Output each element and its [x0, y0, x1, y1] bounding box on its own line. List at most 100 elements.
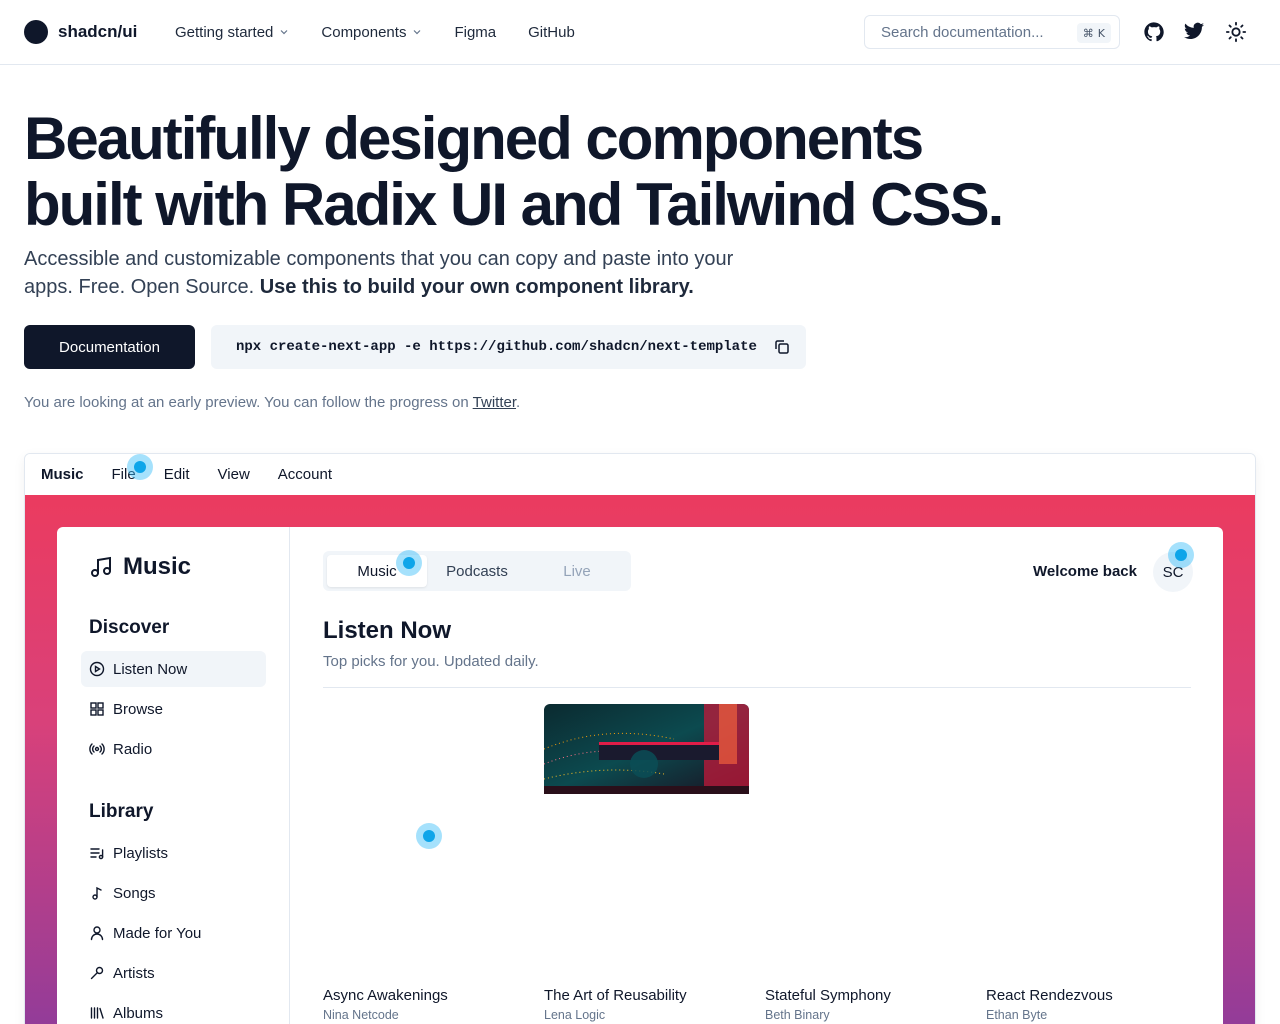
grid-icon [90, 702, 104, 716]
shortcut-key: K [1097, 26, 1105, 40]
sidebar: Music Discover Listen Now Browse Radio L… [57, 527, 290, 1024]
brand[interactable]: shadcn/ui [24, 20, 137, 44]
nav-figma[interactable]: Figma [454, 20, 496, 44]
hero-title: Beautifully designed components built wi… [24, 106, 1124, 238]
copy-icon[interactable] [772, 337, 792, 357]
main-nav: Getting started Components Figma GitHub [175, 20, 607, 44]
playlist-icon [90, 848, 104, 860]
main-content: Music Podcasts Live Welcome back SC List… [323, 527, 1193, 1024]
sidebar-item-browse[interactable]: Browse [81, 691, 266, 727]
divider [323, 687, 1191, 688]
brand-logo-icon [24, 20, 48, 44]
nav-label: Components [321, 23, 407, 41]
menu-view[interactable]: View [218, 466, 250, 483]
command-key-icon: ⌘ [1082, 26, 1094, 40]
album-name: Stateful Symphony [765, 987, 891, 1004]
user-icon [90, 926, 104, 941]
sidebar-item-label: Made for You [113, 924, 202, 942]
album-artist: Lena Logic [544, 1008, 606, 1022]
preview-note-text: You are looking at an early preview. You… [24, 394, 469, 411]
album-cover-image [544, 704, 749, 794]
music-note-icon [91, 556, 111, 577]
sidebar-item-albums[interactable]: Albums [81, 995, 266, 1024]
twitter-icon[interactable] [1182, 20, 1206, 44]
sidebar-item-artists[interactable]: Artists [81, 955, 266, 991]
menu-music[interactable]: Music [41, 466, 84, 483]
album-name: React Rendezvous [986, 987, 1113, 1004]
hero-title-line-2: built with Radix UI and Tailwind CSS. [24, 171, 1004, 238]
nav-components[interactable]: Components [321, 20, 422, 44]
menu-file[interactable]: File [112, 466, 136, 483]
music-app-demo: Music File Edit View Account Music Disco… [24, 453, 1256, 1024]
chevron-down-icon [414, 30, 421, 35]
install-command-text: npx create-next-app -e https://github.co… [236, 339, 757, 355]
sidebar-item-label: Browse [113, 700, 164, 718]
welcome-text: Welcome back [1033, 563, 1137, 580]
album-name: The Art of Reusability [544, 987, 687, 1004]
sidebar-item-label: Albums [113, 1004, 164, 1022]
microphone-icon [90, 966, 104, 980]
sidebar-item-radio[interactable]: Radio [81, 731, 266, 767]
sidebar-item-label: Artists [113, 964, 155, 982]
album-card[interactable]: Async Awakenings Nina Netcode [323, 704, 528, 1022]
album-artist: Ethan Byte [986, 1008, 1048, 1022]
app-title: Music [89, 553, 191, 581]
nav-label: Figma [454, 23, 497, 41]
sidebar-item-label: Radio [113, 740, 153, 758]
gradient-background: Music Discover Listen Now Browse Radio L… [25, 495, 1255, 1024]
hero-subtitle-bold: Use this to build your own component lib… [259, 276, 694, 298]
section-title-discover: Discover [89, 617, 170, 638]
menu-edit[interactable]: Edit [164, 466, 190, 483]
sidebar-item-playlists[interactable]: Playlists [81, 835, 266, 871]
app-title-text: Music [123, 553, 192, 580]
album-cover[interactable] [323, 704, 528, 974]
install-command: npx create-next-app -e https://github.co… [211, 325, 806, 369]
sun-icon[interactable] [1224, 20, 1248, 44]
radio-icon [89, 743, 105, 755]
music-app-window: Music Discover Listen Now Browse Radio L… [57, 527, 1223, 1024]
sidebar-item-made-for-you[interactable]: Made for You [81, 915, 266, 951]
twitter-link[interactable]: Twitter [473, 394, 516, 411]
menu-account[interactable]: Account [278, 466, 332, 483]
page-subtitle: Top picks for you. Updated daily. [323, 653, 539, 670]
album-artist: Beth Binary [765, 1008, 830, 1022]
sidebar-item-songs[interactable]: Songs [81, 875, 266, 911]
search-shortcut: ⌘ K [1076, 23, 1111, 43]
site-header: shadcn/ui Getting started Components Fig… [0, 0, 1280, 65]
brand-name: shadcn/ui [58, 22, 138, 41]
music-note-icon [92, 886, 102, 900]
hero-subtitle: Accessible and customizable components t… [24, 245, 784, 301]
chevron-down-icon [280, 30, 288, 35]
sidebar-item-label: Songs [113, 884, 156, 902]
nav-github[interactable]: GitHub [528, 20, 575, 44]
album-card[interactable]: Stateful Symphony Beth Binary [765, 704, 970, 1022]
section-title-library: Library [89, 801, 154, 822]
album-name: Async Awakenings [323, 987, 448, 1004]
library-icon [90, 1007, 104, 1019]
page-title: Listen Now [323, 617, 452, 644]
preview-note: You are looking at an early preview. You… [24, 394, 520, 411]
nav-label: Getting started [175, 23, 274, 41]
nav-label: GitHub [528, 23, 575, 41]
documentation-button[interactable]: Documentation [24, 325, 195, 369]
album-cover[interactable] [986, 704, 1191, 974]
album-card[interactable]: React Rendezvous Ethan Byte [986, 704, 1191, 1022]
hero-title-line-1: Beautifully designed components [24, 105, 924, 172]
search-input[interactable]: Search documentation... ⌘ K [864, 15, 1120, 49]
album-card[interactable]: The Art of Reusability Lena Logic [544, 704, 749, 1022]
album-cover[interactable] [544, 704, 749, 974]
nav-getting-started[interactable]: Getting started [175, 20, 289, 44]
tab-podcasts[interactable]: Podcasts [427, 555, 527, 587]
play-circle-icon [89, 661, 105, 677]
sidebar-item-label: Listen Now [113, 660, 188, 678]
preview-note-suffix: . [516, 394, 521, 411]
tab-list: Music Podcasts Live [323, 551, 631, 591]
avatar[interactable]: SC [1153, 552, 1193, 592]
tab-live: Live [563, 562, 591, 580]
sidebar-item-label: Playlists [113, 844, 169, 862]
tab-music[interactable]: Music [327, 555, 427, 587]
sidebar-item-listen-now[interactable]: Listen Now [81, 651, 266, 687]
github-icon[interactable] [1142, 20, 1166, 44]
album-cover[interactable] [765, 704, 970, 974]
album-artist: Nina Netcode [323, 1008, 399, 1022]
